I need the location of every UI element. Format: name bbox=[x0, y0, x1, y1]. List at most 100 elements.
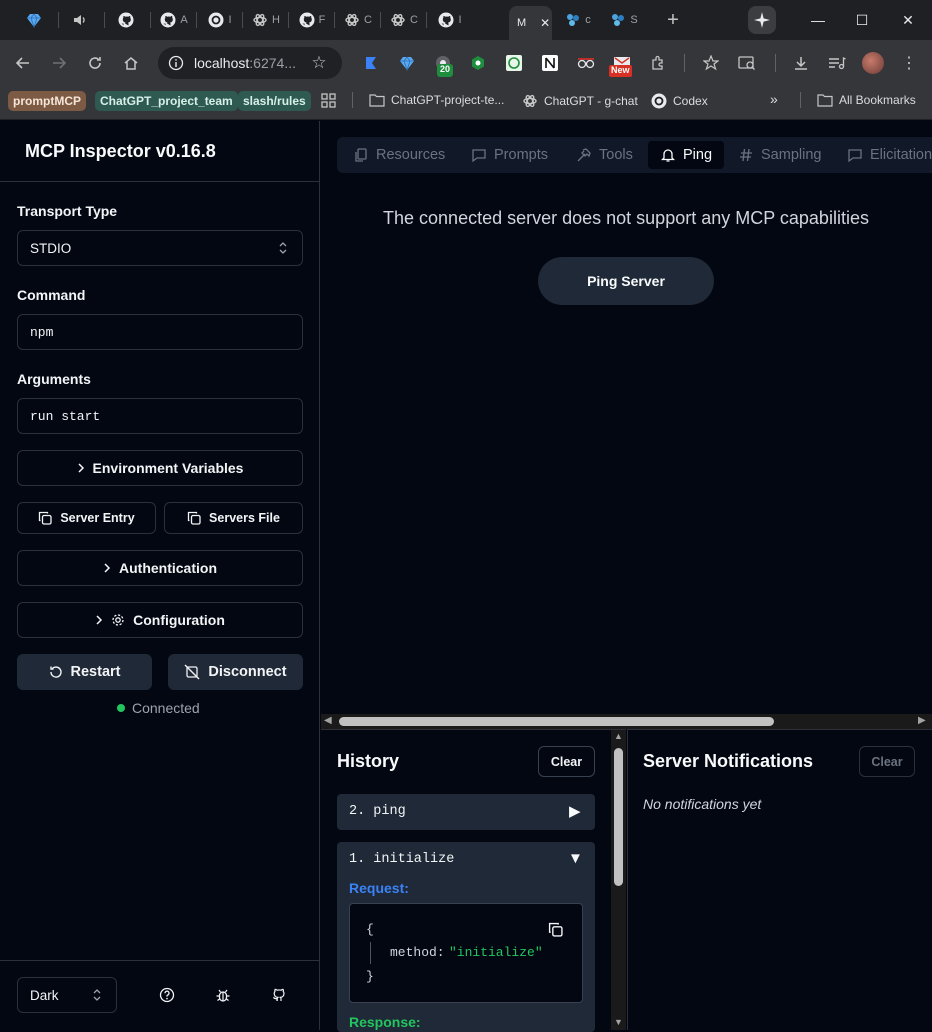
horizontal-scroll-thumb[interactable] bbox=[339, 717, 774, 726]
environment-variables-button[interactable]: Environment Variables bbox=[17, 450, 303, 486]
scroll-left-arrow[interactable]: ◀ bbox=[324, 715, 332, 726]
k-extension-icon[interactable] bbox=[362, 54, 380, 72]
star-outline-icon[interactable] bbox=[702, 54, 720, 72]
history-item-initialize[interactable]: 1. initialize ▼ Request: { method: "init… bbox=[337, 842, 595, 1032]
json-open-brace: { bbox=[366, 922, 374, 937]
tab-active[interactable]: M ✕ bbox=[509, 6, 552, 40]
bookmark-chip[interactable]: slash/rules bbox=[238, 91, 311, 111]
search-tab-icon[interactable] bbox=[738, 54, 756, 72]
expand-icon[interactable]: ▶ bbox=[569, 802, 581, 820]
info-icon[interactable] bbox=[168, 55, 184, 71]
browser-tab[interactable]: H bbox=[248, 0, 284, 40]
chevrons-up-down-icon bbox=[93, 989, 101, 1001]
bookmark-item[interactable]: Codex bbox=[651, 93, 708, 109]
bug-icon[interactable] bbox=[214, 986, 232, 1004]
ping-server-button[interactable]: Ping Server bbox=[538, 257, 714, 305]
tab-title: S bbox=[630, 14, 638, 26]
theme-select[interactable]: Dark bbox=[17, 977, 117, 1013]
browser-tab[interactable]: I bbox=[202, 0, 238, 40]
help-circle-icon[interactable] bbox=[158, 986, 176, 1004]
glasses-extension-icon[interactable] bbox=[577, 54, 595, 72]
arguments-input[interactable]: run start bbox=[17, 398, 303, 434]
all-bookmarks-button[interactable]: All Bookmarks bbox=[817, 93, 916, 107]
transport-type-value: STDIO bbox=[30, 240, 72, 256]
browser-tab[interactable]: C bbox=[386, 0, 422, 40]
tab-tools[interactable]: Tools bbox=[576, 141, 633, 169]
tab-separator bbox=[58, 12, 59, 28]
browser-tab[interactable]: S bbox=[606, 0, 642, 40]
authentication-button[interactable]: Authentication bbox=[17, 550, 303, 586]
menu-dots-icon[interactable]: ⋮ bbox=[901, 54, 917, 72]
forward-icon[interactable] bbox=[50, 54, 68, 72]
notion-icon[interactable] bbox=[541, 54, 559, 72]
gem-extension-icon[interactable] bbox=[398, 54, 416, 72]
browser-tab[interactable]: I bbox=[432, 0, 468, 40]
tab-sampling[interactable]: Sampling bbox=[738, 141, 821, 169]
bookmark-chip[interactable]: ChatGPT_project_team bbox=[95, 91, 238, 111]
speaker-icon bbox=[72, 12, 88, 28]
tab-resources[interactable]: Resources bbox=[353, 141, 445, 169]
shield-extension-icon[interactable] bbox=[469, 54, 487, 72]
gem-icon bbox=[26, 12, 42, 28]
puzzle-icon[interactable] bbox=[649, 54, 667, 72]
server-entry-button[interactable]: Server Entry bbox=[17, 502, 156, 534]
servers-file-button[interactable]: Servers File bbox=[164, 502, 303, 534]
github-icon[interactable] bbox=[270, 986, 288, 1004]
tab-ping[interactable]: Ping bbox=[648, 141, 725, 169]
copy-icon[interactable] bbox=[548, 922, 563, 937]
bookmark-item[interactable]: ChatGPT - g-chat bbox=[522, 93, 638, 109]
close-window-button[interactable]: ✕ bbox=[898, 0, 918, 40]
home-icon[interactable] bbox=[122, 54, 140, 72]
bookmark-item[interactable]: ChatGPT-project-te... bbox=[369, 93, 504, 107]
github-icon bbox=[160, 12, 176, 28]
gemini-button[interactable] bbox=[748, 6, 776, 34]
reload-icon[interactable] bbox=[86, 54, 104, 72]
browser-tab[interactable]: F bbox=[294, 0, 330, 40]
bookmark-star-icon[interactable]: ☆ bbox=[310, 53, 328, 72]
more-bookmarks-button[interactable]: » bbox=[770, 91, 778, 107]
tab-separator bbox=[150, 12, 151, 28]
browser-tab[interactable]: C bbox=[340, 0, 376, 40]
browser-tab[interactable]: A bbox=[156, 0, 192, 40]
history-clear-button[interactable]: Clear bbox=[538, 746, 595, 777]
browser-tab[interactable] bbox=[110, 0, 146, 40]
scroll-down-arrow[interactable]: ▼ bbox=[614, 1017, 623, 1027]
folder-icon bbox=[817, 94, 833, 107]
download-icon[interactable] bbox=[792, 54, 810, 72]
new-tab-button[interactable]: + bbox=[664, 0, 682, 40]
maximize-button[interactable]: ☐ bbox=[852, 0, 872, 40]
tab-prompts[interactable]: Prompts bbox=[471, 141, 548, 169]
scroll-right-arrow[interactable]: ▶ bbox=[918, 715, 926, 726]
profile-avatar[interactable] bbox=[862, 52, 884, 74]
media-control-icon[interactable] bbox=[828, 54, 846, 72]
tab-separator bbox=[242, 12, 243, 28]
configuration-button[interactable]: Configuration bbox=[17, 602, 303, 638]
request-label: Request: bbox=[349, 880, 409, 896]
vertical-scroll-thumb[interactable] bbox=[614, 748, 623, 886]
bookmark-chip[interactable]: promptMCP bbox=[8, 91, 86, 111]
command-input[interactable]: npm bbox=[17, 314, 303, 350]
transport-type-select[interactable]: STDIO bbox=[17, 230, 303, 266]
minimize-button[interactable]: — bbox=[808, 0, 828, 40]
collapse-icon[interactable]: ▼ bbox=[568, 850, 583, 867]
back-icon[interactable] bbox=[14, 54, 32, 72]
restart-button[interactable]: Restart bbox=[17, 654, 152, 690]
openai-extension-icon[interactable] bbox=[505, 54, 523, 72]
history-item-label: 2. ping bbox=[349, 804, 406, 819]
browser-tab[interactable]: c bbox=[560, 0, 596, 40]
tab-elicitation[interactable]: Elicitation bbox=[847, 141, 932, 169]
tab-separator bbox=[288, 12, 289, 28]
gear-cluster-icon bbox=[565, 12, 581, 28]
browser-tab[interactable] bbox=[64, 0, 100, 40]
history-item-ping[interactable]: 2. ping ▶ bbox=[337, 794, 595, 830]
disconnect-button[interactable]: Disconnect bbox=[168, 654, 303, 690]
close-icon[interactable]: ✕ bbox=[540, 16, 550, 30]
apps-grid-icon[interactable] bbox=[320, 92, 336, 108]
browser-tab[interactable] bbox=[18, 0, 54, 40]
scroll-up-arrow[interactable]: ▲ bbox=[614, 731, 623, 741]
notifications-clear-button[interactable]: Clear bbox=[859, 746, 915, 777]
json-key: method: bbox=[390, 945, 445, 960]
tab-title: I bbox=[458, 14, 462, 26]
hash-icon bbox=[738, 147, 754, 163]
url-host: localhost bbox=[194, 55, 250, 71]
